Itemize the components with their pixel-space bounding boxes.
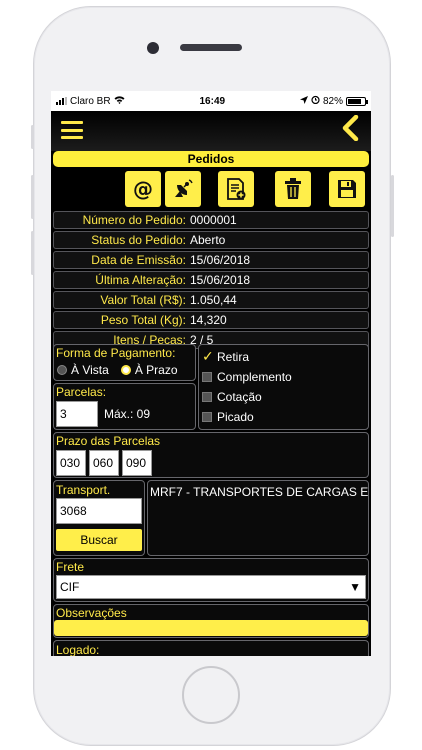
order-number-row: Número do Pedido: 0000001 (53, 211, 369, 229)
cotacao-checkbox[interactable]: Cotação (202, 387, 368, 407)
dropdown-arrow-icon: ▼ (349, 580, 361, 594)
options-box: ✓ Retira Complemento Cotação Picado (198, 344, 369, 430)
earpiece-speaker (180, 44, 242, 51)
parcelas-max: Máx.: 09 (104, 407, 151, 421)
payment-term-radio[interactable]: À Prazo (120, 363, 178, 377)
parcelas-label: Parcelas: (56, 385, 107, 399)
frete-select[interactable]: CIF ▼ (56, 575, 366, 599)
observacoes-input[interactable] (54, 620, 368, 636)
back-chevron-icon[interactable] (341, 114, 359, 146)
prazo-input-2[interactable]: 060 (89, 450, 119, 476)
last-change-label: Última Alteração: (95, 273, 186, 287)
battery-percent: 82% (322, 95, 343, 107)
transport-name: MRF7 - TRANSPORTES DE CARGAS E (150, 485, 369, 499)
payment-label: Forma de Pagamento: (56, 346, 176, 360)
observacoes-label: Observações (56, 606, 127, 620)
order-status-label: Status do Pedido: (91, 233, 186, 247)
total-value-label: Valor Total (R$): (100, 293, 186, 307)
prazo-input-1[interactable]: 030 (56, 450, 86, 476)
prazo-box: Prazo das Parcelas 030 060 090 (53, 432, 369, 478)
prazo-input-3[interactable]: 090 (122, 450, 152, 476)
observacoes-box: Observações (53, 604, 369, 638)
checkbox-empty-icon (202, 412, 212, 422)
order-info: Número do Pedido: 0000001 Status do Pedid… (51, 211, 371, 349)
last-change-value: 15/06/2018 (190, 273, 251, 287)
battery-icon (345, 96, 368, 106)
checkbox-empty-icon (202, 392, 212, 402)
picado-checkbox[interactable]: Picado (202, 407, 368, 427)
svg-text:@: @ (133, 177, 153, 201)
total-value-row: Valor Total (R$): 1.050,44 (53, 291, 369, 309)
frete-box: Frete CIF ▼ (53, 558, 369, 602)
clock: 16:49 (199, 95, 226, 107)
frete-value: CIF (60, 580, 80, 594)
order-status-row: Status do Pedido: Aberto (53, 231, 369, 249)
transport-name-box: MRF7 - TRANSPORTES DE CARGAS E (147, 480, 369, 556)
total-value-value: 1.050,44 (190, 293, 237, 307)
signal-icon (56, 97, 67, 105)
footer-bar: Logado: (53, 640, 369, 656)
complemento-checkbox[interactable]: Complemento (202, 367, 368, 387)
issue-date-row: Data de Emissão: 15/06/2018 (53, 251, 369, 269)
trash-icon[interactable] (275, 171, 311, 207)
issue-date-label: Data de Emissão: (91, 253, 186, 267)
alarm-icon (311, 95, 320, 107)
carrier-label: Claro BR (70, 95, 111, 107)
home-button[interactable] (182, 666, 240, 724)
transport-box: Transport. 3068 Buscar (53, 480, 145, 556)
order-number-value: 0000001 (190, 213, 237, 227)
frete-label: Frete (56, 560, 85, 574)
radio-off-icon (57, 365, 67, 375)
transport-code-input[interactable]: 3068 (56, 498, 142, 524)
checkmark-icon: ✓ (202, 348, 214, 364)
payment-box: Forma de Pagamento: À Vista À Prazo (53, 344, 196, 381)
app-header (51, 111, 371, 151)
location-icon (299, 95, 308, 107)
total-weight-label: Peso Total (Kg): (100, 313, 186, 327)
status-bar: Claro BR 16:49 82% (51, 91, 371, 111)
email-icon[interactable]: @ (125, 171, 161, 207)
parcelas-input[interactable]: 3 (56, 401, 98, 427)
app-screen: Claro BR 16:49 82% Pedidos @ Número do P… (51, 91, 371, 656)
total-weight-value: 14,320 (190, 313, 227, 327)
order-status-value: Aberto (190, 233, 226, 247)
total-weight-row: Peso Total (Kg): 14,320 (53, 311, 369, 329)
retira-checkbox[interactable]: ✓ Retira (202, 347, 368, 367)
prazo-label: Prazo das Parcelas (56, 434, 161, 448)
parcelas-box: Parcelas: 3 Máx.: 09 (53, 383, 196, 430)
last-change-row: Última Alteração: 15/06/2018 (53, 271, 369, 289)
save-disk-icon[interactable] (329, 171, 365, 207)
search-button[interactable]: Buscar (56, 529, 142, 551)
checkbox-empty-icon (202, 372, 212, 382)
wifi-icon (114, 95, 125, 107)
satellite-send-icon[interactable] (165, 171, 201, 207)
order-number-label: Número do Pedido: (82, 213, 186, 227)
page-title: Pedidos (53, 151, 369, 167)
toolbar: @ (51, 171, 371, 209)
logado-label: Logado: (56, 643, 100, 656)
issue-date-value: 15/06/2018 (190, 253, 251, 267)
new-document-icon[interactable] (218, 171, 254, 207)
transport-label: Transport. (56, 483, 111, 497)
hamburger-menu-icon[interactable] (61, 121, 83, 139)
radio-on-icon (120, 365, 131, 375)
front-camera (147, 42, 159, 54)
payment-cash-radio[interactable]: À Vista (57, 363, 109, 377)
